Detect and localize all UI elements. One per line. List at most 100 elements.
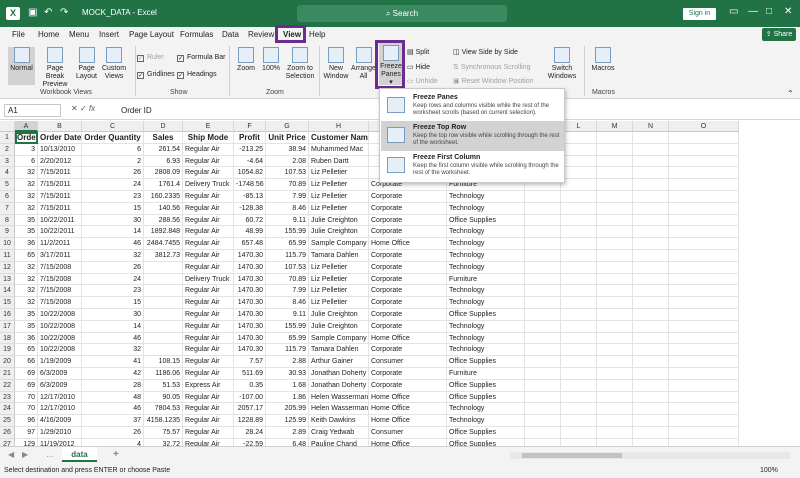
table-cell[interactable]: Home Office (369, 403, 447, 416)
table-cell[interactable]: Technology (447, 415, 525, 427)
table-cell[interactable] (633, 368, 669, 380)
table-cell[interactable] (561, 261, 597, 274)
table-cell[interactable] (561, 167, 597, 180)
table-cell[interactable] (525, 403, 561, 416)
table-cell[interactable]: 108.15 (144, 356, 183, 368)
normal-view-button[interactable]: Normal (8, 47, 35, 85)
table-cell[interactable]: -128.38 (234, 202, 266, 215)
table-cell[interactable]: 7/15/2008 (38, 273, 82, 286)
table-cell[interactable] (144, 261, 183, 274)
table-cell[interactable]: Liz Pelletier (309, 202, 369, 215)
table-cell[interactable]: Technology (447, 238, 525, 250)
table-cell[interactable] (561, 273, 597, 286)
table-cell[interactable] (561, 368, 597, 380)
table-cell[interactable]: 4158.1235 (144, 415, 183, 427)
table-cell[interactable] (561, 202, 597, 215)
table-cell[interactable]: 107.53 (266, 167, 309, 180)
table-cell[interactable] (525, 415, 561, 427)
table-cell[interactable] (525, 379, 561, 392)
split-button[interactable]: ▤ Split (407, 48, 429, 57)
table-cell[interactable] (633, 261, 669, 274)
table-cell[interactable]: 32 (82, 250, 144, 262)
table-cell[interactable]: Regular Air (183, 261, 234, 274)
table-cell[interactable] (633, 297, 669, 309)
table-cell[interactable] (597, 309, 633, 321)
page-layout-view-button[interactable]: Page Layout (73, 47, 100, 85)
table-cell[interactable]: 32 (15, 179, 38, 191)
hide-button[interactable]: ▭ Hide (407, 63, 430, 72)
row-header[interactable]: 4 (0, 167, 15, 180)
table-cell[interactable] (597, 155, 633, 168)
row-header[interactable]: 6 (0, 191, 15, 203)
table-cell[interactable]: Liz Pelletier (309, 273, 369, 286)
table-cell[interactable]: 115.79 (266, 250, 309, 262)
column-header-e[interactable]: E (183, 121, 234, 132)
table-cell[interactable]: Helen Wasserman (309, 403, 369, 416)
table-cell[interactable]: Office Supplies (447, 214, 525, 227)
table-cell[interactable]: Technology (447, 320, 525, 333)
table-cell[interactable] (669, 309, 739, 321)
table-cell[interactable]: Technology (447, 403, 525, 416)
undo-icon[interactable]: ↶ (44, 6, 52, 20)
table-cell[interactable]: Jonathan Doherty (309, 368, 369, 380)
table-cell[interactable]: Keith Dawkins (309, 415, 369, 427)
table-cell[interactable]: Regular Air (183, 415, 234, 427)
table-cell[interactable]: Technology (447, 250, 525, 262)
table-cell[interactable]: 70.89 (266, 179, 309, 191)
table-cell[interactable]: 32.72 (144, 438, 183, 446)
table-cell[interactable]: 32 (15, 167, 38, 180)
table-cell[interactable]: 7/15/2011 (38, 191, 82, 203)
table-cell[interactable] (525, 427, 561, 439)
table-cell[interactable]: 155.99 (266, 226, 309, 239)
table-cell[interactable] (525, 332, 561, 345)
table-cell[interactable]: Corporate (369, 285, 447, 298)
table-cell[interactable] (144, 320, 183, 333)
table-cell[interactable] (525, 391, 561, 404)
table-cell[interactable]: 46 (82, 332, 144, 345)
search-box[interactable]: ⌕ Search (297, 5, 507, 22)
table-cell[interactable]: 7/15/2011 (38, 179, 82, 191)
table-cell[interactable]: 1/29/2010 (38, 427, 82, 439)
table-cell[interactable] (525, 226, 561, 239)
table-cell[interactable]: Regular Air (183, 368, 234, 380)
table-cell[interactable]: 657.48 (234, 238, 266, 250)
table-cell[interactable]: 24 (82, 273, 144, 286)
table-cell[interactable] (669, 202, 739, 215)
table-cell[interactable]: 160.2335 (144, 191, 183, 203)
table-cell[interactable]: Liz Pelletier (309, 261, 369, 274)
sheet-tab-data[interactable]: data (62, 447, 97, 462)
table-cell[interactable] (669, 285, 739, 298)
table-cell[interactable] (633, 250, 669, 262)
table-cell[interactable]: Corporate (369, 202, 447, 215)
table-cell[interactable]: 2.89 (266, 427, 309, 439)
table-cell[interactable] (525, 344, 561, 357)
header-cell[interactable]: Sales (144, 132, 183, 144)
table-cell[interactable] (633, 155, 669, 168)
table-cell[interactable]: 14 (82, 226, 144, 239)
table-cell[interactable] (669, 214, 739, 227)
table-cell[interactable]: 32 (82, 344, 144, 357)
table-cell[interactable]: 30 (82, 309, 144, 321)
table-cell[interactable]: 28.24 (234, 427, 266, 439)
table-cell[interactable]: 75.57 (144, 427, 183, 439)
row-header[interactable]: 17 (0, 320, 15, 333)
table-cell[interactable]: -213.25 (234, 143, 266, 156)
table-cell[interactable]: 1470.30 (234, 250, 266, 262)
table-cell[interactable]: 3/17/2011 (38, 250, 82, 262)
table-cell[interactable]: 6.48 (266, 438, 309, 446)
table-cell[interactable]: Technology (447, 191, 525, 203)
table-cell[interactable] (144, 297, 183, 309)
tab-page-layout[interactable]: Page Layout (129, 30, 174, 39)
table-cell[interactable]: 1470.30 (234, 273, 266, 286)
table-cell[interactable] (561, 143, 597, 156)
column-header-m[interactable]: M (597, 121, 633, 132)
table-cell[interactable] (144, 273, 183, 286)
table-cell[interactable]: 26 (82, 261, 144, 274)
row-header[interactable]: 27 (0, 438, 15, 446)
table-cell[interactable]: 1470.30 (234, 344, 266, 357)
scrollbar-thumb[interactable] (522, 453, 622, 458)
table-cell[interactable]: 11/2/2011 (38, 238, 82, 250)
table-cell[interactable]: Delivery Truck (183, 179, 234, 191)
table-cell[interactable]: 1470.30 (234, 320, 266, 333)
table-cell[interactable]: 125.99 (266, 415, 309, 427)
